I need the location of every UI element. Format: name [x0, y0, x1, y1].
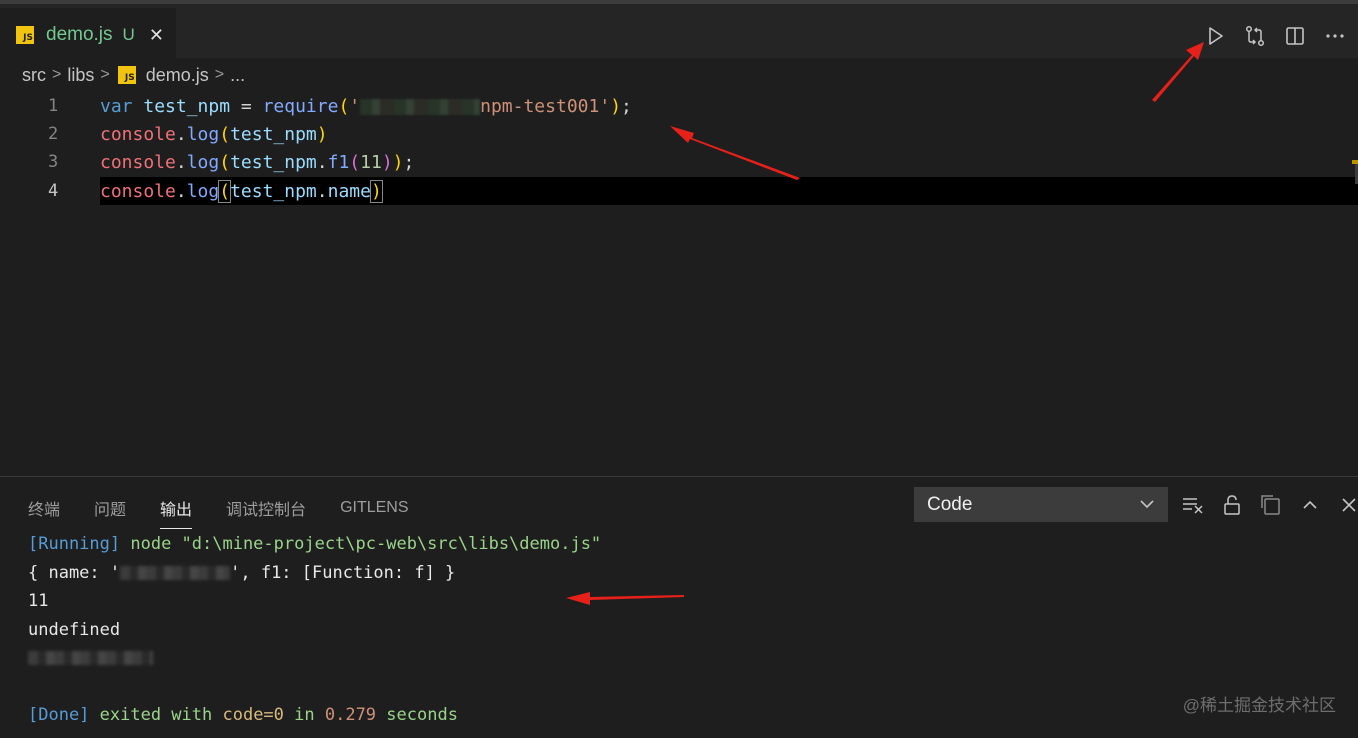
lock-scroll-icon — [1224, 495, 1240, 515]
chevron-right-icon: > — [100, 66, 110, 83]
close-panel-button[interactable] — [1336, 492, 1358, 518]
run-code-button[interactable] — [1202, 23, 1228, 49]
output-channel-value: Code — [927, 493, 973, 515]
code-line-1[interactable]: 1 var test_npm = require(' npm-test001'); — [0, 92, 1358, 120]
line-number: 1 — [48, 96, 59, 116]
split-editor-button[interactable] — [1282, 23, 1308, 49]
watermark: @稀土掘金技术社区 — [1182, 696, 1336, 715]
tab-filename: demo.js — [46, 24, 113, 45]
redacted-text — [360, 98, 481, 115]
output-line-blank — [28, 673, 601, 702]
code-line-3[interactable]: 3 console.log(test_npm.f1(11)); — [0, 148, 1358, 176]
tab-output[interactable]: 输出 — [150, 491, 202, 529]
breadcrumb-item-libs[interactable]: libs — [67, 65, 94, 86]
code-line-2[interactable]: 2 console.log(test_npm) — [0, 120, 1358, 148]
open-log-file-button[interactable] — [1258, 492, 1284, 518]
javascript-file-icon: JS — [117, 66, 136, 84]
close-tab-icon[interactable]: ✕ — [149, 25, 164, 46]
run-icon — [1209, 27, 1223, 45]
bottom-panel: 终端 问题 输出 调试控制台 GITLENS Code [Running] no… — [0, 476, 1358, 738]
code-text: console.log(test_npm.name) — [100, 179, 383, 203]
tab-gitlens[interactable]: GITLENS — [330, 491, 418, 525]
tab-debug-console[interactable]: 调试控制台 — [216, 491, 316, 525]
toggle-scroll-lock-button[interactable] — [1219, 492, 1245, 518]
tab-terminal[interactable]: 终端 — [18, 491, 70, 525]
tab-problems[interactable]: 问题 — [84, 491, 136, 525]
open-log-icon — [1261, 495, 1280, 515]
breadcrumb-item-symbols[interactable]: ... — [230, 65, 245, 86]
output-log[interactable]: [Running] node "d:\mine-project\pc-web\s… — [28, 530, 601, 730]
close-panel-icon — [1342, 498, 1356, 512]
compare-changes-icon — [1245, 25, 1265, 47]
open-changes-button[interactable] — [1242, 23, 1268, 49]
breadcrumb-item-src[interactable]: src — [22, 65, 46, 86]
output-line-number: 11 — [28, 591, 49, 611]
panel-actions — [1180, 492, 1358, 518]
breadcrumb: src > libs > JS demo.js > ... — [0, 58, 1358, 92]
panel-tabs: 终端 问题 输出 调试控制台 GITLENS — [18, 491, 433, 529]
javascript-file-icon: JS — [16, 26, 34, 44]
output-line-done: [Done] exited with code=0 in 0.279 secon… — [28, 705, 458, 725]
clear-output-icon — [1183, 498, 1203, 514]
line-number: 2 — [48, 124, 59, 144]
split-editor-icon — [1286, 27, 1304, 45]
code-text: var test_npm = require(' npm-test001'); — [100, 95, 632, 117]
line-number: 3 — [48, 152, 59, 172]
redacted-text — [28, 651, 153, 665]
output-line-redacted — [28, 644, 601, 673]
code-text: console.log(test_npm) — [100, 123, 328, 145]
code-text: console.log(test_npm.f1(11)); — [100, 151, 415, 173]
output-line-undefined: undefined — [28, 619, 121, 640]
tab-demo-js[interactable]: JS demo.js U ✕ — [0, 8, 176, 62]
maximize-panel-icon — [1303, 500, 1317, 509]
output-channel-select[interactable]: Code — [914, 487, 1168, 522]
breadcrumb-item-demo-js[interactable]: demo.js — [146, 65, 209, 86]
line-number: 4 — [0, 177, 100, 205]
output-line-object: { name: ' ', f1: [Function: f] } — [28, 562, 456, 583]
maximize-panel-button[interactable] — [1297, 492, 1323, 518]
more-actions-button[interactable] — [1322, 23, 1348, 49]
output-line-running: [Running] node "d:\mine-project\pc-web\s… — [28, 534, 602, 554]
chevron-right-icon: > — [214, 66, 225, 83]
editor-actions — [1202, 22, 1348, 50]
redacted-text — [120, 565, 231, 580]
code-editor[interactable]: 1 var test_npm = require(' npm-test001');… — [0, 92, 1358, 476]
chevron-down-icon — [1140, 500, 1154, 509]
untracked-status-badge: U — [122, 25, 135, 44]
code-line-4[interactable]: 4 console.log(test_npm.name) — [0, 177, 1358, 205]
clear-output-button[interactable] — [1180, 492, 1206, 518]
editor-tab-bar: JS demo.js U ✕ — [0, 0, 1358, 62]
more-actions-icon — [1326, 34, 1344, 38]
chevron-right-icon: > — [52, 66, 62, 83]
